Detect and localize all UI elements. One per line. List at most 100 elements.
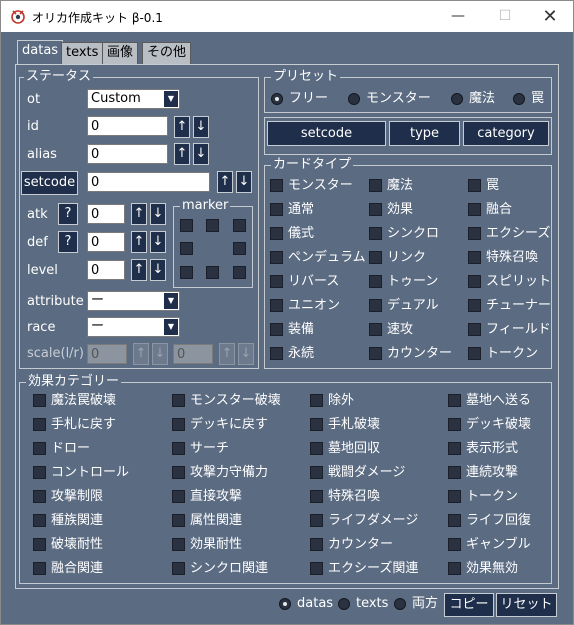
scale-right-input[interactable]: [173, 344, 213, 364]
effect-category-checkbox-8[interactable]: [33, 442, 46, 455]
effect-category-checkbox-24[interactable]: [33, 538, 46, 551]
effect-category-checkbox-22[interactable]: [310, 514, 323, 527]
id-input[interactable]: [87, 116, 168, 136]
card-type-checkbox-0[interactable]: [270, 179, 283, 192]
scale-left-input[interactable]: [87, 344, 127, 364]
def-input[interactable]: [87, 232, 125, 252]
effect-category-checkbox-20[interactable]: [33, 514, 46, 527]
effect-category-checkbox-28[interactable]: [33, 562, 46, 575]
effect-category-checkbox-18[interactable]: [310, 490, 323, 503]
footer-texts-radio[interactable]: [338, 598, 350, 610]
scale-right-up-button[interactable]: ↑: [219, 343, 235, 365]
card-type-checkbox-13[interactable]: [369, 275, 382, 288]
effect-category-checkbox-4[interactable]: [33, 418, 46, 431]
card-type-checkbox-15[interactable]: [270, 299, 283, 312]
footer-both-radio[interactable]: [394, 598, 406, 610]
card-type-checkbox-18[interactable]: [270, 323, 283, 336]
effect-category-checkbox-14[interactable]: [310, 466, 323, 479]
card-type-checkbox-9[interactable]: [270, 251, 283, 264]
card-type-checkbox-12[interactable]: [270, 275, 283, 288]
card-type-checkbox-16[interactable]: [369, 299, 382, 312]
tab-images[interactable]: 画像: [102, 42, 139, 64]
atk-help-button[interactable]: ?: [58, 203, 78, 225]
alias-input[interactable]: [87, 144, 168, 164]
marker-left-checkbox[interactable]: [180, 242, 193, 255]
maximize-button[interactable]: ☐: [482, 1, 528, 32]
level-input[interactable]: [87, 260, 125, 280]
effect-category-checkbox-27[interactable]: [448, 538, 461, 551]
def-help-button[interactable]: ?: [58, 231, 78, 253]
card-type-checkbox-10[interactable]: [369, 251, 382, 264]
card-type-checkbox-22[interactable]: [369, 347, 382, 360]
effect-category-checkbox-21[interactable]: [172, 514, 185, 527]
scale-left-up-button[interactable]: ↑: [133, 343, 149, 365]
effect-category-checkbox-12[interactable]: [33, 466, 46, 479]
card-type-checkbox-2[interactable]: [468, 179, 481, 192]
scale-left-down-button[interactable]: ↓: [152, 343, 168, 365]
preset-free-radio[interactable]: [271, 93, 283, 105]
tab-texts[interactable]: texts: [61, 42, 104, 64]
card-type-checkbox-8[interactable]: [468, 227, 481, 240]
card-type-checkbox-1[interactable]: [369, 179, 382, 192]
marker-top-right-checkbox[interactable]: [233, 219, 246, 232]
preset-trap-radio[interactable]: [513, 93, 525, 105]
card-type-checkbox-5[interactable]: [468, 203, 481, 216]
race-select[interactable]: ー ▼: [87, 317, 180, 337]
effect-category-checkbox-16[interactable]: [33, 490, 46, 503]
card-type-checkbox-7[interactable]: [369, 227, 382, 240]
atk-input[interactable]: [87, 204, 125, 224]
tab-datas[interactable]: datas: [17, 40, 64, 65]
card-type-checkbox-14[interactable]: [468, 275, 481, 288]
card-type-checkbox-23[interactable]: [468, 347, 481, 360]
close-button[interactable]: ✕: [527, 1, 573, 32]
copy-button[interactable]: コピー: [444, 593, 494, 617]
card-type-checkbox-21[interactable]: [270, 347, 283, 360]
minimize-button[interactable]: —: [435, 1, 481, 32]
alias-down-button[interactable]: ↓: [193, 143, 209, 165]
marker-bottom-checkbox[interactable]: [206, 266, 219, 279]
level-down-button[interactable]: ↓: [150, 259, 166, 281]
effect-category-checkbox-23[interactable]: [448, 514, 461, 527]
effect-category-checkbox-13[interactable]: [172, 466, 185, 479]
card-type-checkbox-4[interactable]: [369, 203, 382, 216]
effect-category-checkbox-30[interactable]: [310, 562, 323, 575]
def-up-button[interactable]: ↑: [131, 231, 147, 253]
setcode-input[interactable]: [87, 172, 210, 192]
atk-down-button[interactable]: ↓: [150, 203, 166, 225]
attribute-select[interactable]: ー ▼: [87, 291, 180, 311]
marker-top-checkbox[interactable]: [206, 219, 219, 232]
level-up-button[interactable]: ↑: [131, 259, 147, 281]
effect-category-checkbox-17[interactable]: [172, 490, 185, 503]
card-type-checkbox-11[interactable]: [468, 251, 481, 264]
id-down-button[interactable]: ↓: [193, 116, 209, 138]
effect-category-checkbox-11[interactable]: [448, 442, 461, 455]
card-type-checkbox-6[interactable]: [270, 227, 283, 240]
effect-category-checkbox-0[interactable]: [33, 394, 46, 407]
effect-category-checkbox-31[interactable]: [448, 562, 461, 575]
card-type-checkbox-17[interactable]: [468, 299, 481, 312]
effect-category-checkbox-1[interactable]: [172, 394, 185, 407]
preset-spell-radio[interactable]: [451, 93, 463, 105]
alias-up-button[interactable]: ↑: [174, 143, 190, 165]
preset-category-button[interactable]: category: [463, 121, 549, 146]
marker-top-left-checkbox[interactable]: [180, 219, 193, 232]
effect-category-checkbox-3[interactable]: [448, 394, 461, 407]
id-up-button[interactable]: ↑: [174, 116, 190, 138]
preset-monster-radio[interactable]: [348, 93, 360, 105]
preset-setcode-button[interactable]: setcode: [267, 121, 386, 146]
footer-datas-radio[interactable]: [279, 598, 291, 610]
effect-category-checkbox-29[interactable]: [172, 562, 185, 575]
setcode-button[interactable]: setcode: [21, 171, 78, 195]
effect-category-checkbox-10[interactable]: [310, 442, 323, 455]
card-type-checkbox-3[interactable]: [270, 203, 283, 216]
card-type-checkbox-19[interactable]: [369, 323, 382, 336]
marker-right-checkbox[interactable]: [233, 242, 246, 255]
preset-type-button[interactable]: type: [389, 121, 460, 146]
ot-select[interactable]: Custom ▼: [87, 89, 180, 109]
card-type-checkbox-20[interactable]: [468, 323, 481, 336]
effect-category-checkbox-5[interactable]: [172, 418, 185, 431]
effect-category-checkbox-25[interactable]: [172, 538, 185, 551]
effect-category-checkbox-26[interactable]: [310, 538, 323, 551]
setcode-up-button[interactable]: ↑: [217, 171, 233, 193]
reset-button[interactable]: リセット: [496, 593, 557, 617]
